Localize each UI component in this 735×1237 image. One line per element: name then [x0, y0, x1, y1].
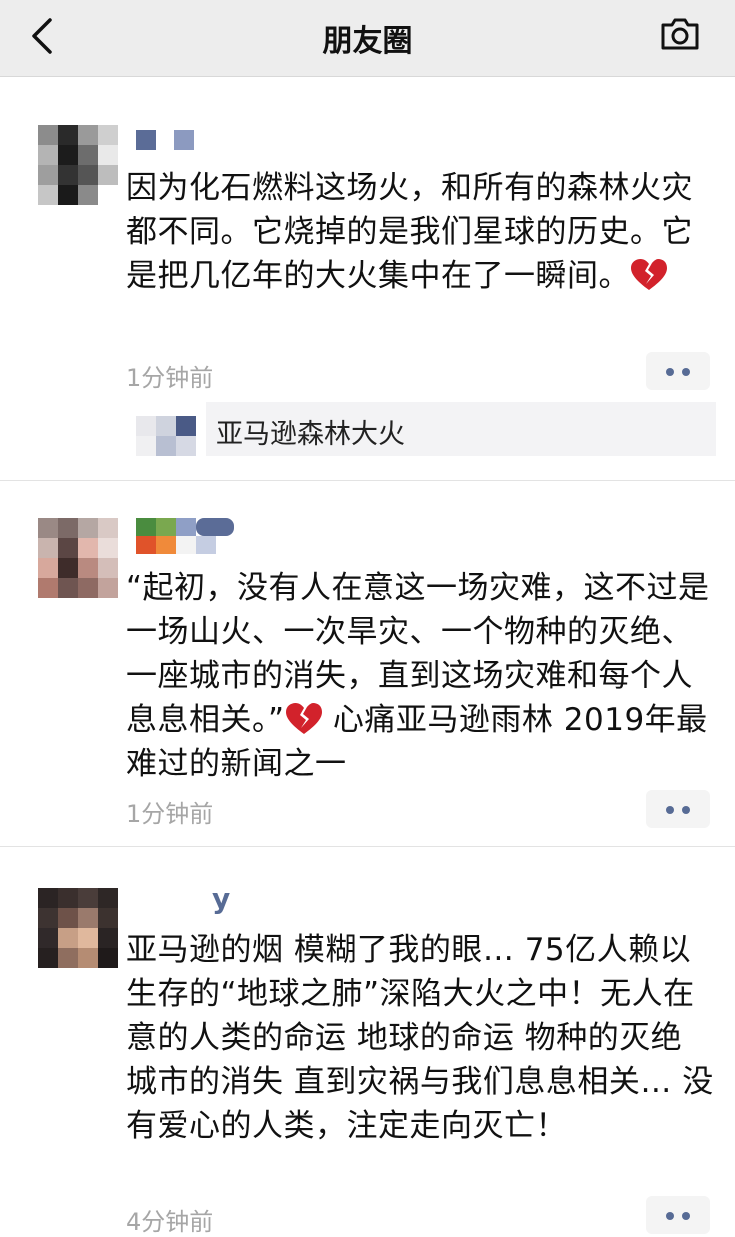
more-button[interactable]: [646, 1196, 710, 1234]
nickname[interactable]: y: [212, 882, 230, 915]
avatar[interactable]: [38, 888, 118, 968]
dot-icon: [666, 1212, 674, 1220]
post-time: 4分钟前: [126, 1208, 214, 1236]
dot-icon: [682, 1212, 690, 1220]
post-content: 亚马逊的烟 模糊了我的眼… 75亿人赖以生存的“地球之肺”深陷大火之中！无人在意…: [126, 932, 714, 1144]
moment-post: y 亚马逊的烟 模糊了我的眼… 75亿人赖以生存的“地球之肺”深陷大火之中！无人…: [0, 0, 735, 1236]
